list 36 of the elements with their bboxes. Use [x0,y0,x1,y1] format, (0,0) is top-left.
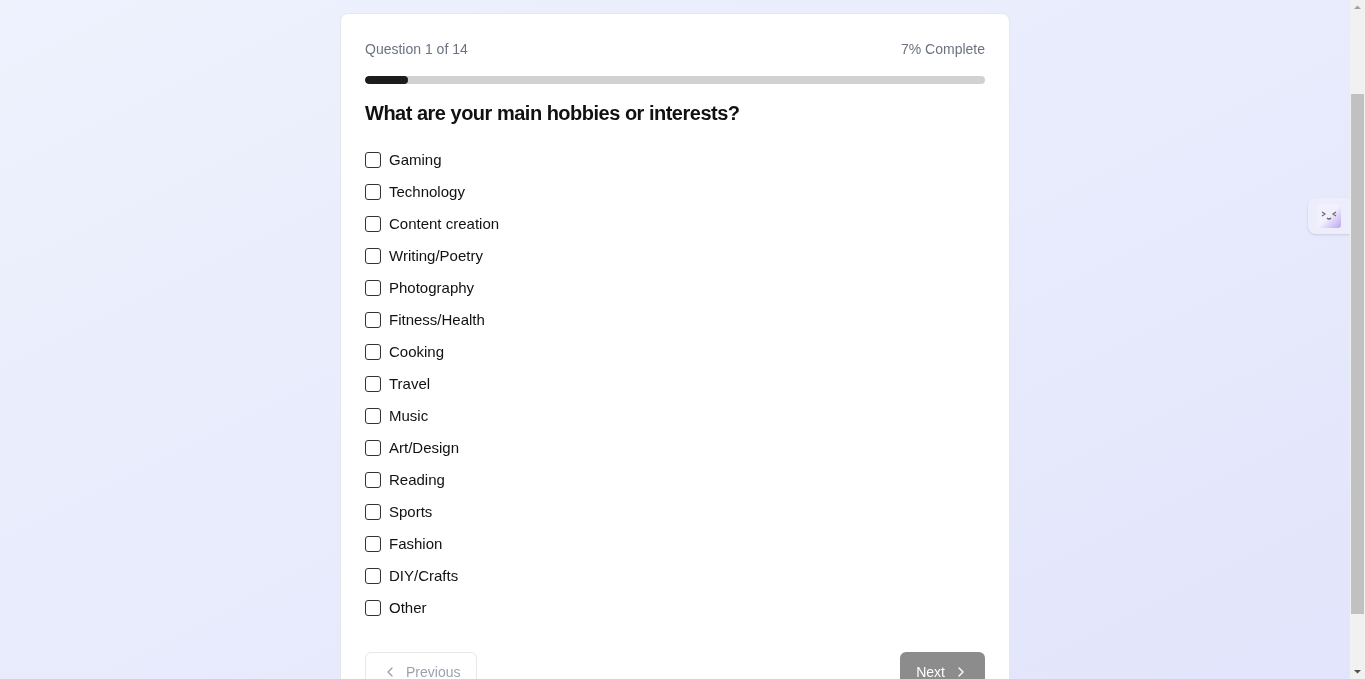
checkbox[interactable] [365,216,381,232]
squint-face-icon [1317,204,1341,228]
option-label[interactable]: DIY/Crafts [389,564,459,588]
checkbox[interactable] [365,408,381,424]
question-title: What are your main hobbies or interests? [365,101,741,126]
checkbox[interactable] [365,600,381,616]
option-label[interactable]: Writing/Poetry [389,244,483,268]
checkbox[interactable] [365,344,381,360]
checkbox[interactable] [365,248,381,264]
checkbox[interactable] [365,568,381,584]
scrollbar[interactable] [1350,0,1365,679]
checkbox[interactable] [365,536,381,552]
option-label[interactable]: Technology [389,180,465,204]
checkbox[interactable] [365,184,381,200]
option-label[interactable]: Cooking [389,340,445,364]
option-label[interactable]: Art/Design [389,436,460,460]
completion-percent: 7% Complete [900,40,985,59]
option-label[interactable]: Other [389,596,427,620]
option-label[interactable]: Content creation [389,212,500,236]
checkbox[interactable] [365,472,381,488]
option-label[interactable]: Music [389,404,429,428]
checkbox[interactable] [365,152,381,168]
option-label[interactable]: Reading [389,468,445,492]
checkbox[interactable] [365,376,381,392]
scrollbar-thumb[interactable] [1351,94,1364,614]
checkbox[interactable] [365,504,381,520]
option-label[interactable]: Gaming [389,148,442,172]
checkbox[interactable] [365,440,381,456]
option-label[interactable]: Travel [389,372,431,396]
question-counter: Question 1 of 14 [365,40,468,59]
checkbox[interactable] [365,312,381,328]
checkbox[interactable] [365,280,381,296]
option-label[interactable]: Fashion [389,532,443,556]
option-label[interactable]: Fitness/Health [389,308,485,332]
option-label[interactable]: Photography [389,276,475,300]
option-label[interactable]: Sports [389,500,433,524]
